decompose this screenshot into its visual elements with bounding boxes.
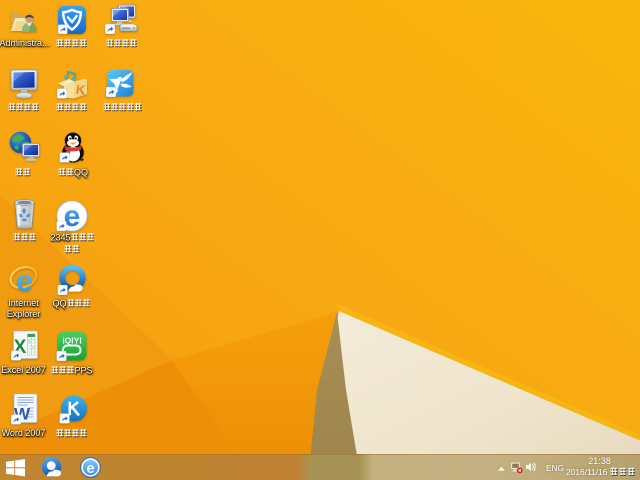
svg-text:e: e	[16, 264, 33, 296]
svg-text:e: e	[86, 461, 94, 477]
svg-text:K: K	[75, 81, 87, 97]
svg-text:iQIYI: iQIYI	[62, 336, 81, 346]
